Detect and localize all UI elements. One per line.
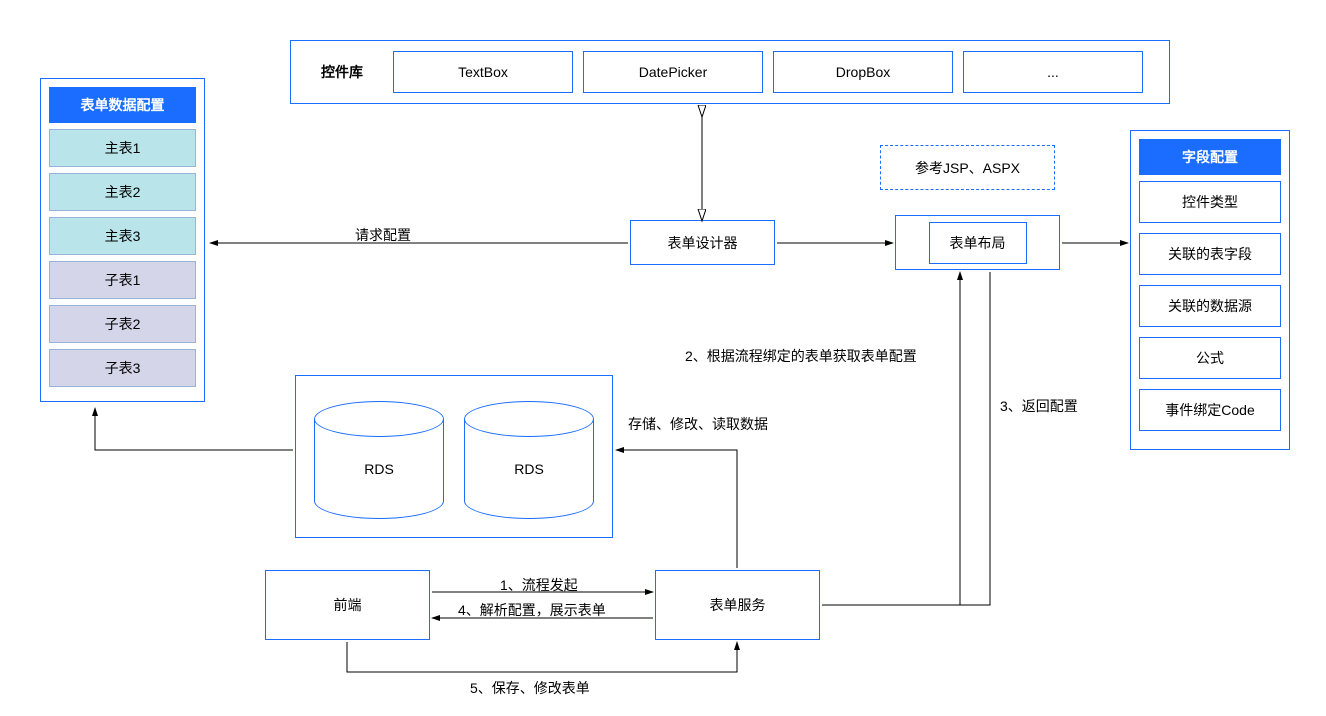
frontend-box: 前端 (265, 570, 430, 640)
form-service-box: 表单服务 (655, 570, 820, 640)
field-item: 关联的表字段 (1139, 233, 1281, 275)
reference-label: 参考JSP、ASPX (915, 158, 1020, 178)
rds-cylinder: RDS (314, 401, 444, 519)
control-library-toolbar: 控件库 TextBox DatePicker DropBox ... (290, 40, 1170, 104)
toolbar-label: 控件库 (301, 62, 383, 82)
form-layout-box: 表单布局 (895, 215, 1060, 270)
tool-textbox: TextBox (393, 51, 573, 93)
rds-label: RDS (514, 461, 544, 477)
tool-more: ... (963, 51, 1143, 93)
sub-table-row: 子表3 (49, 349, 196, 387)
sub-table-row: 子表2 (49, 305, 196, 343)
tool-datepicker: DatePicker (583, 51, 763, 93)
step1-label: 1、流程发起 (500, 575, 578, 595)
step3-label: 3、返回配置 (1000, 396, 1078, 416)
field-item: 控件类型 (1139, 181, 1281, 223)
step2-label: 2、根据流程绑定的表单获取表单配置 (685, 346, 917, 366)
field-config-panel: 字段配置 控件类型 关联的表字段 关联的数据源 公式 事件绑定Code (1130, 130, 1290, 450)
tool-dropbox: DropBox (773, 51, 953, 93)
field-item: 事件绑定Code (1139, 389, 1281, 431)
rds-label: RDS (364, 461, 394, 477)
db-ops-label: 存储、修改、读取数据 (628, 414, 768, 434)
form-layout-label: 表单布局 (929, 222, 1027, 264)
form-designer-box: 表单设计器 (630, 220, 775, 265)
database-group: RDS RDS (295, 375, 613, 538)
field-config-title: 字段配置 (1139, 139, 1281, 175)
main-table-row: 主表3 (49, 217, 196, 255)
field-item: 关联的数据源 (1139, 285, 1281, 327)
form-designer-label: 表单设计器 (668, 233, 738, 253)
data-config-panel: 表单数据配置 主表1 主表2 主表3 子表1 子表2 子表3 (40, 78, 205, 402)
step4-label: 4、解析配置，展示表单 (458, 600, 606, 620)
sub-table-row: 子表1 (49, 261, 196, 299)
step5-label: 5、保存、修改表单 (470, 678, 590, 698)
main-table-row: 主表2 (49, 173, 196, 211)
frontend-label: 前端 (334, 595, 362, 615)
form-service-label: 表单服务 (710, 595, 766, 615)
reference-note: 参考JSP、ASPX (880, 145, 1055, 190)
field-item: 公式 (1139, 337, 1281, 379)
rds-cylinder: RDS (464, 401, 594, 519)
request-config-label: 请求配置 (355, 225, 411, 245)
data-config-title: 表单数据配置 (49, 87, 196, 123)
main-table-row: 主表1 (49, 129, 196, 167)
